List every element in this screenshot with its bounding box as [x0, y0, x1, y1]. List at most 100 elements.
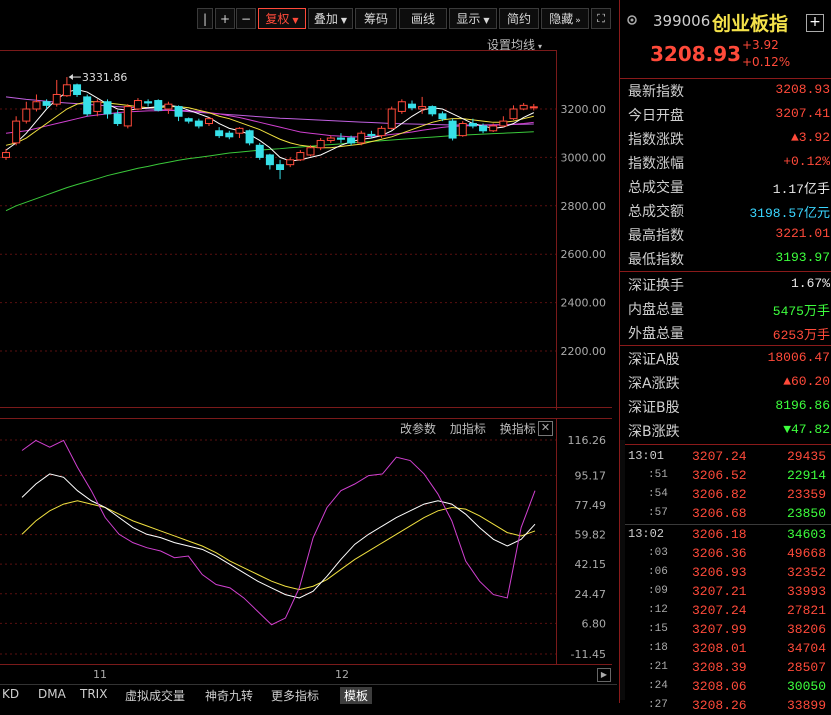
candle	[529, 106, 538, 109]
candle	[408, 103, 416, 109]
quote-value: 3198.57亿元	[749, 206, 830, 221]
quote-label: 指数涨幅	[628, 156, 684, 172]
candle	[164, 103, 173, 110]
quote-row: 总成交量 1.17亿手	[620, 174, 831, 198]
chart-toolbar: | + − 复权 ▼ 叠加 ▼ 筹码 画线 显示 ▼ 简约 隐藏» ⛶	[0, 8, 617, 30]
zoom-out-button[interactable]: −	[236, 8, 256, 29]
quote-header: 399006 创业板指 + 3208.93 +3.92 +0.12%	[620, 0, 831, 79]
tick-price: 3206.68	[692, 506, 747, 521]
candle	[215, 130, 224, 137]
quote-value: 18006.47	[767, 350, 830, 365]
gear-icon[interactable]	[626, 14, 638, 26]
tab-template[interactable]: 模板	[340, 687, 373, 704]
tick-time: :09	[648, 585, 668, 597]
fuquan-dropdown[interactable]: 复权 ▼	[258, 8, 306, 29]
tab-more-indicators[interactable]: 更多指标	[271, 687, 319, 704]
candle	[509, 108, 518, 120]
candle	[326, 137, 335, 141]
candle	[22, 108, 31, 122]
quote-value: 8196.86	[775, 398, 830, 413]
stock-name: 创业板指	[712, 13, 789, 35]
candle	[83, 96, 92, 115]
scrollbar[interactable]	[620, 440, 625, 700]
divider	[620, 444, 831, 445]
quote-value: ▼47.82	[783, 422, 830, 437]
quote-label: 最高指数	[628, 228, 684, 244]
quote-row: 今日开盘 3207.41	[620, 102, 831, 126]
quote-row: 深A涨跌 ▲60.20	[620, 370, 831, 394]
quote-row: 最高指数 3221.01	[620, 222, 831, 246]
candle	[265, 154, 274, 166]
tick-row: :15 3207.99 38206	[620, 620, 831, 639]
candle	[458, 123, 467, 137]
candle	[357, 132, 366, 144]
chart-area[interactable]: | + − 复权 ▼ 叠加 ▼ 筹码 画线 显示 ▼ 简约 隐藏» ⛶ 设置均线 ▾ 3…	[0, 0, 617, 704]
candle	[144, 101, 153, 104]
tick-time: :06	[648, 566, 668, 578]
candle	[397, 101, 406, 112]
candle	[245, 130, 254, 144]
candle	[32, 101, 41, 110]
tick-row: :09 3207.21 33993	[620, 582, 831, 601]
add-watchlist-button[interactable]: +	[806, 14, 824, 32]
tab-virtual-volume[interactable]: 虚拟成交量	[125, 687, 185, 704]
tab-dma[interactable]: DMA	[38, 687, 66, 701]
kdj-j-line	[21, 439, 536, 626]
candle	[133, 100, 142, 110]
candle	[519, 104, 528, 110]
quote-value: 3193.97	[775, 250, 830, 265]
zoom-in-button[interactable]: +	[215, 8, 235, 29]
tick-row: :03 3206.36 49668	[620, 544, 831, 563]
candle	[499, 120, 508, 127]
stock-code: 399006	[653, 12, 711, 30]
candle	[154, 100, 163, 111]
quote-label: 深证B股	[628, 400, 680, 416]
chevron-right-icon[interactable]: ▶	[597, 668, 611, 682]
quote-value: 1.17亿手	[772, 182, 830, 197]
tab-magic-nine[interactable]: 神奇九转	[205, 687, 253, 704]
candle	[205, 118, 213, 125]
simple-button[interactable]: 简约	[499, 8, 539, 29]
tick-volume: 23850	[786, 506, 826, 521]
y-tick-label: 2200.00	[561, 345, 607, 358]
candle	[336, 137, 345, 140]
chevron-down-icon: ▼	[292, 16, 299, 25]
quote-label: 外盘总量	[628, 326, 684, 342]
tick-volume: 23359	[786, 487, 826, 502]
candle	[377, 127, 386, 137]
back-button[interactable]: |	[197, 8, 213, 29]
fullscreen-icon[interactable]: ⛶	[591, 8, 611, 29]
candle	[276, 164, 285, 171]
tick-price: 3208.06	[692, 679, 747, 694]
y-tick-label: 95.17	[575, 469, 607, 482]
overlay-dropdown[interactable]: 叠加 ▼	[308, 8, 353, 29]
tab-trix[interactable]: TRIX	[80, 687, 107, 701]
candle	[448, 120, 457, 139]
candle	[103, 101, 112, 115]
candle	[316, 139, 325, 149]
quote-row: 深证B股 8196.86	[620, 394, 831, 418]
draw-line-button[interactable]: 画线	[399, 8, 447, 29]
tick-volume: 33993	[786, 584, 826, 599]
double-chevron-right-icon: »	[575, 16, 581, 26]
tick-row: :51 3206.52 22914	[620, 466, 831, 485]
candle	[123, 106, 132, 127]
tab-kd[interactable]: KD	[2, 687, 19, 701]
tick-time: :15	[648, 623, 668, 635]
hide-button[interactable]: 隐藏»	[541, 8, 589, 29]
y-tick-label: 59.82	[575, 529, 607, 542]
tick-price: 3208.26	[692, 698, 747, 713]
y-tick-label: 24.47	[575, 588, 607, 601]
tick-price: 3207.99	[692, 622, 747, 637]
tick-row: :21 3208.39 28507	[620, 658, 831, 677]
y-tick-label: 116.26	[568, 434, 607, 447]
current-price: 3208.93	[650, 42, 742, 66]
indicator-chart[interactable]: 116.26 95.17 77.49 59.82 42.15 24.47 6.80 -11.4…	[0, 418, 612, 668]
candle	[438, 113, 447, 120]
quote-value: 5475万手	[772, 304, 830, 319]
candle	[225, 132, 234, 138]
chips-button[interactable]: 筹码	[355, 8, 397, 29]
kline-chart[interactable]: 3200.00 3000.00 2800.00 2600.00 2400.00 2200.…	[0, 50, 612, 410]
quote-value: ▲3.92	[790, 130, 830, 145]
display-dropdown[interactable]: 显示 ▼	[449, 8, 497, 29]
